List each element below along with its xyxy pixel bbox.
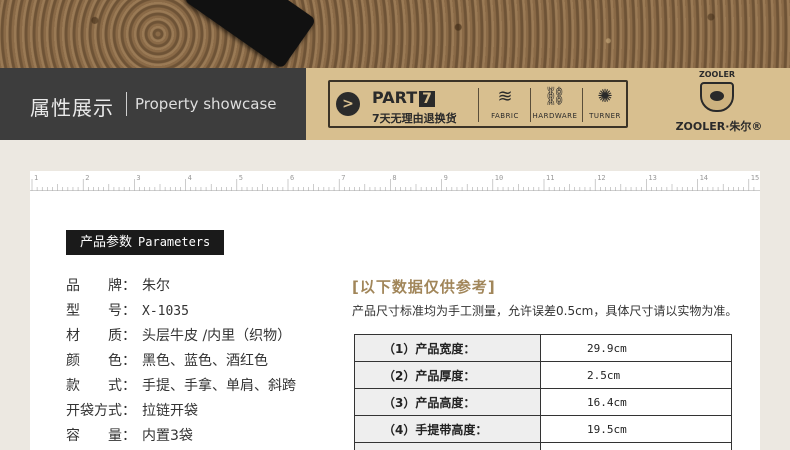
spec-row-brand: 品 牌： 朱尔	[66, 276, 326, 301]
bag-strap-image	[183, 0, 317, 69]
dimension-value: 29.9cm	[540, 334, 732, 362]
ruler-label: 12	[597, 174, 606, 182]
ruler-label: 6	[290, 174, 295, 182]
table-row: （2）产品厚度： 2.5cm	[354, 361, 732, 389]
spec-value: 头层牛皮 /内里（织物）	[142, 328, 292, 344]
spec-row-style: 款 式： 手提、手拿、单肩、斜跨	[66, 376, 326, 401]
spec-value: 黑色、蓝色、酒红色	[142, 353, 268, 369]
feature-label: FABRIC	[491, 112, 519, 120]
parameters-heading-cn: 产品参数	[80, 235, 133, 250]
ruler-label: 1	[34, 174, 39, 182]
dimension-key: （3）产品高度：	[354, 388, 541, 416]
dimension-table: （1）产品宽度： 29.9cm （2）产品厚度： 2.5cm （3）产品高度： 16.…	[354, 334, 732, 450]
brand-name: ZOOLER·朱尔	[675, 120, 752, 133]
dimension-key: （1）产品宽度：	[354, 334, 541, 362]
spec-key: 颜 色：	[66, 353, 136, 369]
spec-row-color: 颜 色： 黑色、蓝色、酒红色	[66, 351, 326, 376]
part-number: 7	[419, 91, 435, 107]
fabric-icon: ≋	[497, 86, 513, 107]
spec-key: 款 式：	[66, 378, 136, 394]
registered-mark: ®	[751, 120, 763, 133]
ruler: 1 2 3 4 5 6 7 8 9 10 11 12 13 14 15	[30, 171, 760, 191]
ruler-label: 9	[443, 174, 448, 182]
table-row: （4）手提带高度： 19.5cm	[354, 415, 732, 443]
feature-turner: ✺ TURNER	[580, 86, 630, 120]
brand-logo: ZOOLER ZOOLER·朱尔®	[654, 68, 784, 140]
spec-list: 品 牌： 朱尔 型 号： X-1035 材 质： 头层牛皮 /内里（织物） 颜 色： 黑…	[66, 276, 326, 450]
spec-value: 朱尔	[142, 278, 170, 294]
return-policy-text: 7天无理由退换货	[372, 112, 457, 125]
spec-row-opening: 开袋方式： 拉链开袋	[66, 401, 326, 426]
feature-fabric: ≋ FABRIC	[480, 86, 530, 120]
spec-key: 品 牌：	[66, 278, 136, 294]
ruler-label: 10	[494, 174, 504, 182]
ruler-label: 13	[648, 174, 657, 182]
parameters-heading: 产品参数 Parameters	[66, 230, 225, 255]
part-text: PART	[372, 88, 418, 107]
spec-key: 材 质：	[66, 328, 136, 344]
dimension-value	[540, 442, 732, 450]
dimension-key	[354, 442, 541, 450]
feature-banner: > PART 7 7天无理由退换货 ≋ FABRIC ⛓ HARDWARE ✺ T…	[306, 68, 790, 140]
spec-row-model: 型 号： X-1035	[66, 301, 326, 326]
dimension-key: （2）产品厚度：	[354, 361, 541, 389]
spec-value: 内置3袋	[142, 428, 193, 444]
dimension-value: 2.5cm	[540, 361, 732, 389]
ruler-label: 7	[341, 174, 346, 182]
divider	[478, 88, 479, 122]
brand-logo-text: ZOOLER·朱尔®	[654, 118, 784, 134]
reference-note: 产品尺寸标准均为手工测量，允许误差0.5cm，具体尺寸请以实物为准。	[352, 304, 738, 318]
spec-value: 拉链开袋	[142, 403, 198, 419]
table-row: （3）产品高度： 16.4cm	[354, 388, 732, 416]
dimension-value: 16.4cm	[540, 388, 732, 416]
ruler-label: 3	[136, 174, 141, 182]
turner-icon: ✺	[597, 86, 613, 107]
feature-label: TURNER	[589, 112, 621, 120]
spec-key: 开袋方式：	[66, 403, 136, 419]
spec-key: 容 量：	[66, 428, 136, 444]
ruler-label: 8	[392, 174, 397, 182]
ruler-label: 15	[750, 174, 760, 182]
section-title-en: Property showcase	[135, 95, 277, 113]
brand-logo-top: ZOOLER	[698, 70, 736, 79]
feature-label: HARDWARE	[532, 112, 578, 120]
dimension-key: （4）手提带高度：	[354, 415, 541, 443]
spec-value: X-1035	[142, 304, 189, 319]
part-label: PART 7	[372, 88, 435, 107]
spec-key: 型 号：	[66, 303, 136, 319]
section-title-cn: 属性展示	[30, 96, 114, 120]
title-divider	[126, 92, 127, 116]
ruler-label: 5	[238, 174, 244, 182]
table-row: （1）产品宽度： 29.9cm	[354, 334, 732, 362]
parameters-heading-en: Parameters	[138, 235, 211, 249]
feature-hardware: ⛓ HARDWARE	[530, 86, 580, 120]
dimension-value: 19.5cm	[540, 415, 732, 443]
table-row	[354, 442, 732, 450]
spec-row-material: 材 质： 头层牛皮 /内里（织物）	[66, 326, 326, 351]
hardware-icon: ⛓	[543, 86, 567, 107]
play-arrow-icon: >	[336, 92, 360, 116]
product-photo-banner	[0, 0, 790, 69]
ruler-label: 2	[85, 174, 90, 182]
ruler-label: 4	[187, 174, 192, 182]
ruler-label: 14	[699, 174, 709, 182]
ruler-label: 11	[546, 174, 555, 182]
spec-row-capacity: 容 量： 内置3袋	[66, 426, 326, 450]
reference-title: [以下数据仅供参考]	[352, 278, 496, 296]
section-header: 属性展示 Property showcase	[0, 68, 306, 140]
feature-box: > PART 7 7天无理由退换货 ≋ FABRIC ⛓ HARDWARE ✺ T…	[328, 80, 628, 128]
spec-value: 手提、手拿、单肩、斜跨	[142, 378, 296, 394]
leopard-shield-icon	[700, 82, 734, 112]
